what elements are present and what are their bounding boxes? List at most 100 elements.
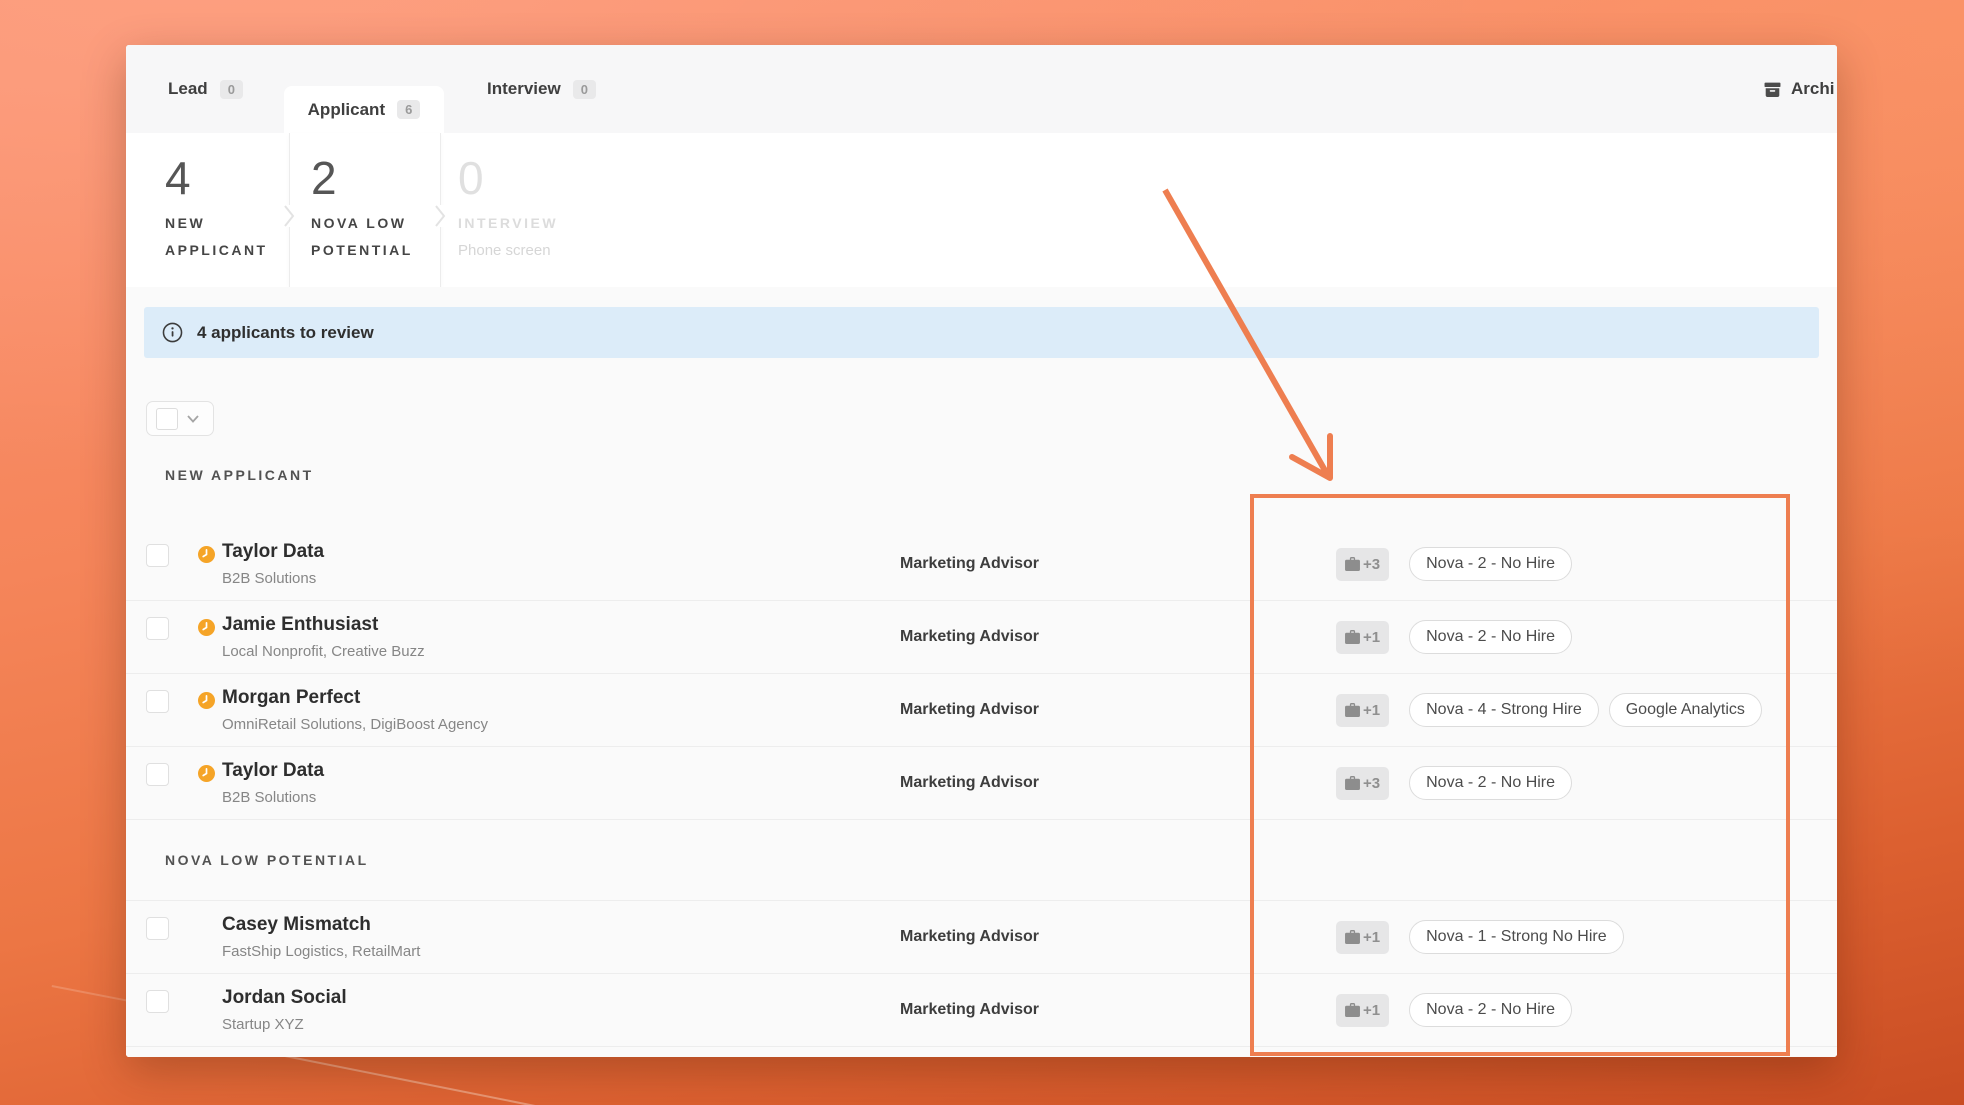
briefcase-icon	[1345, 776, 1360, 790]
tag-list: +1 Nova - 1 - Strong No Hire	[1336, 901, 1634, 973]
job-count-badge: +1	[1336, 621, 1389, 654]
tab-label: Interview	[487, 79, 561, 99]
section-rows: Casey Mismatch FastShip Logistics, Retai…	[126, 900, 1837, 1047]
candidate-name: Jamie Enthusiast	[222, 612, 425, 638]
job-count: +1	[1363, 629, 1380, 646]
candidate-position: Marketing Advisor	[900, 747, 1039, 819]
stage-label: NOVA LOW	[311, 215, 406, 231]
archive-label: Archi	[1791, 79, 1834, 99]
banner-text: 4 applicants to review	[197, 323, 374, 343]
candidate-name: Morgan Perfect	[222, 685, 488, 711]
candidate-name: Jordan Social	[222, 985, 347, 1011]
tab-count-badge: 0	[220, 80, 243, 99]
stage-label: NEW	[165, 215, 205, 231]
candidate-company: Local Nonprofit, Creative Buzz	[222, 642, 425, 662]
section-rows: Taylor Data B2B Solutions Marketing Advi…	[126, 528, 1837, 820]
job-count: +1	[1363, 1002, 1380, 1019]
stage-count: 0	[458, 155, 558, 201]
job-count: +1	[1363, 702, 1380, 719]
desktop: Applicant 6 Lead 0 Interview 0 Archi	[0, 0, 1964, 1105]
briefcase-icon	[1345, 630, 1360, 644]
candidate-name: Taylor Data	[222, 539, 324, 565]
chevron-down-icon	[187, 415, 199, 423]
row-checkbox[interactable]	[146, 544, 169, 567]
candidate-company: FastShip Logistics, RetailMart	[222, 942, 420, 962]
tab-applicant[interactable]: Applicant 6	[284, 86, 444, 133]
clock-icon	[198, 692, 215, 709]
rating-tag: Nova - 4 - Strong Hire	[1409, 693, 1599, 727]
briefcase-icon	[1345, 703, 1360, 717]
tag-list: +3 Nova - 2 - No Hire	[1336, 747, 1582, 819]
stage-count: 4	[165, 155, 268, 201]
rating-tag: Nova - 2 - No Hire	[1409, 766, 1572, 800]
job-count-badge: +3	[1336, 548, 1389, 581]
candidate-company: OmniRetail Solutions, DigiBoost Agency	[222, 715, 488, 735]
clock-icon	[198, 619, 215, 636]
briefcase-icon	[1345, 557, 1360, 571]
rating-tag: Nova - 2 - No Hire	[1409, 993, 1572, 1027]
tab-lead[interactable]: Lead 0	[168, 45, 243, 133]
tag-list: +1 Nova - 4 - Strong Hire Google Analyti…	[1336, 674, 1772, 746]
chevron-right-icon	[284, 205, 295, 227]
tab-label: Lead	[168, 79, 208, 99]
row-checkbox[interactable]	[146, 617, 169, 640]
stage-count: 2	[311, 155, 413, 201]
candidate-position: Marketing Advisor	[900, 901, 1039, 973]
review-banner: 4 applicants to review	[144, 307, 1819, 358]
archived-button[interactable]: Archi	[1764, 45, 1834, 133]
rating-tag: Nova - 1 - Strong No Hire	[1409, 920, 1624, 954]
stage-nova-low-potential[interactable]: 2 NOVA LOW POTENTIAL	[311, 133, 413, 287]
applicant-row[interactable]: Taylor Data B2B Solutions Marketing Advi…	[126, 528, 1837, 601]
stage-label: INTERVIEW	[458, 215, 558, 231]
candidate-position: Marketing Advisor	[900, 674, 1039, 746]
job-count-badge: +1	[1336, 694, 1389, 727]
briefcase-icon	[1345, 930, 1360, 944]
stage-interview[interactable]: 0 INTERVIEW Phone screen	[458, 133, 558, 287]
row-checkbox[interactable]	[146, 763, 169, 786]
candidate-position: Marketing Advisor	[900, 528, 1039, 600]
applicant-row[interactable]: Morgan Perfect OmniRetail Solutions, Dig…	[126, 674, 1837, 747]
clock-icon	[198, 546, 215, 563]
section-title: NEW APPLICANT	[165, 467, 314, 483]
briefcase-icon	[1345, 1003, 1360, 1017]
candidate-company: B2B Solutions	[222, 569, 324, 589]
candidate-company: B2B Solutions	[222, 788, 324, 808]
stage-sublabel: Phone screen	[458, 237, 558, 264]
applicant-row[interactable]: Jordan Social Startup XYZ Marketing Advi…	[126, 974, 1837, 1047]
row-checkbox[interactable]	[146, 690, 169, 713]
candidate-position: Marketing Advisor	[900, 974, 1039, 1046]
rating-tag: Nova - 2 - No Hire	[1409, 547, 1572, 581]
stage-new-applicant[interactable]: 4 NEW APPLICANT	[165, 133, 268, 287]
pipeline-header: Applicant 6 Lead 0 Interview 0 Archi	[126, 45, 1837, 133]
tab-count-badge: 6	[397, 100, 420, 119]
candidate-name: Casey Mismatch	[222, 912, 420, 938]
tab-count-badge: 0	[573, 80, 596, 99]
section-title: NOVA LOW POTENTIAL	[165, 852, 369, 868]
select-all-checkbox[interactable]	[156, 408, 178, 430]
row-checkbox[interactable]	[146, 990, 169, 1013]
tag-list: +3 Nova - 2 - No Hire	[1336, 528, 1582, 600]
rating-tag: Nova - 2 - No Hire	[1409, 620, 1572, 654]
stage-summary-row: 4 NEW APPLICANT 2 NOVA LOW POTENTIAL 0 I…	[126, 133, 1837, 288]
candidate-position: Marketing Advisor	[900, 601, 1039, 673]
archive-icon	[1764, 81, 1781, 98]
tab-interview[interactable]: Interview 0	[487, 45, 596, 133]
candidate-name: Taylor Data	[222, 758, 324, 784]
applicant-row[interactable]: Casey Mismatch FastShip Logistics, Retai…	[126, 901, 1837, 974]
stage-label: APPLICANT	[165, 242, 268, 258]
select-all-dropdown[interactable]	[146, 401, 214, 436]
stage-label: POTENTIAL	[311, 242, 413, 258]
applicant-pipeline-window: Applicant 6 Lead 0 Interview 0 Archi	[126, 45, 1837, 1057]
job-count: +1	[1363, 929, 1380, 946]
row-checkbox[interactable]	[146, 917, 169, 940]
job-count: +3	[1363, 556, 1380, 573]
skill-tag: Google Analytics	[1609, 693, 1762, 727]
job-count: +3	[1363, 775, 1380, 792]
applicant-row[interactable]: Jamie Enthusiast Local Nonprofit, Creati…	[126, 601, 1837, 674]
tag-list: +1 Nova - 2 - No Hire	[1336, 974, 1582, 1046]
chevron-right-icon	[435, 205, 446, 227]
applicant-row[interactable]: Taylor Data B2B Solutions Marketing Advi…	[126, 747, 1837, 820]
applicant-list: 4 applicants to review NEW APPLICANT T	[126, 287, 1837, 1057]
tab-label: Applicant	[308, 100, 385, 120]
job-count-badge: +3	[1336, 767, 1389, 800]
